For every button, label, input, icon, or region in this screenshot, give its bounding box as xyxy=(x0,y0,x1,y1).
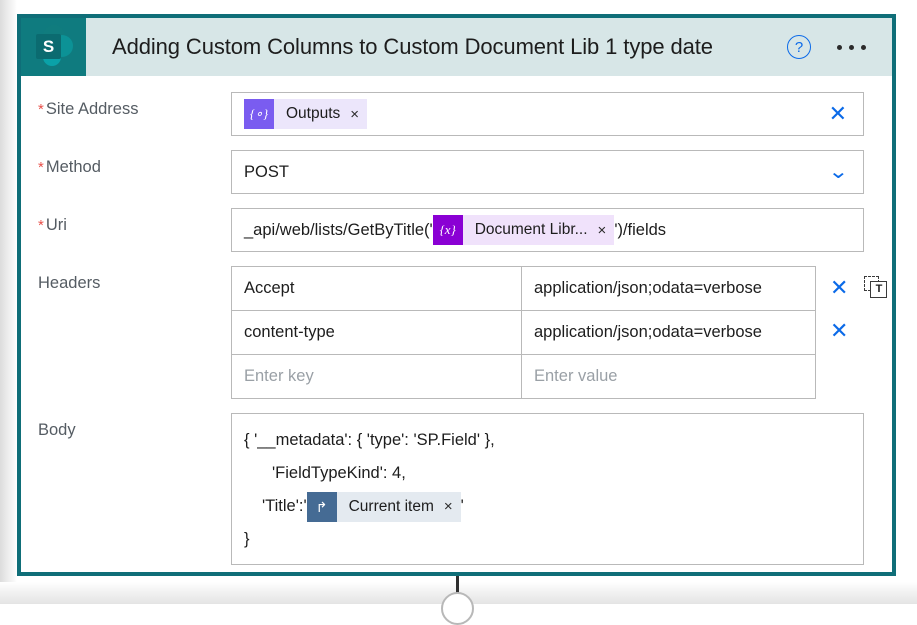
body-line-2: 'FieldTypeKind': 4, xyxy=(244,457,851,490)
uri-suffix-text: ')/fields xyxy=(614,220,667,239)
current-item-token-icon: ↱ xyxy=(306,491,337,522)
headers-label: Headers xyxy=(38,274,101,292)
token-chip-document-library[interactable]: {x} Document Libr... × xyxy=(432,215,615,245)
headers-row-actions: ✕ T ✕ xyxy=(816,266,888,352)
field-row-body: Body { '__metadata': { 'type': 'SP.Field… xyxy=(21,413,892,565)
token-chip-label: Current item xyxy=(348,497,434,515)
header-value-input[interactable]: Enter value xyxy=(522,355,815,398)
body-field-area: { '__metadata': { 'type': 'SP.Field' }, … xyxy=(231,413,892,565)
card-header: S Adding Custom Columns to Custom Docume… xyxy=(21,18,892,76)
token-remove-icon[interactable]: × xyxy=(444,499,453,514)
method-label: * Method xyxy=(21,150,231,177)
expression-token-icon: {∘} xyxy=(244,99,274,129)
uri-field-area: _api/web/lists/GetByTitle(' {x} Document… xyxy=(231,208,892,252)
required-asterisk: * xyxy=(38,217,44,234)
header-value-cell[interactable]: application/json;odata=verbose xyxy=(522,311,815,354)
header-key-cell[interactable]: Accept xyxy=(232,267,522,310)
headers-row-action-2: ✕ xyxy=(824,309,888,352)
body-line-2-text: 'FieldTypeKind': 4, xyxy=(272,464,406,483)
body-label: Body xyxy=(38,421,76,439)
body-line-4: } xyxy=(244,530,250,549)
site-address-label-text: Site Address xyxy=(45,100,139,118)
required-asterisk: * xyxy=(38,101,44,118)
body-line-3: 'Title':' ↱ Current item × ' xyxy=(244,490,851,523)
token-chip-current-item[interactable]: ↱ Current item × xyxy=(306,491,461,522)
switch-to-text-mode-icon[interactable]: T xyxy=(864,275,888,300)
field-row-site-address: * Site Address {∘} Outputs × ✕ xyxy=(21,92,892,136)
uri-input[interactable]: _api/web/lists/GetByTitle(' {x} Document… xyxy=(231,208,864,252)
token-chip-body: Document Libr... × xyxy=(462,215,615,245)
method-label-text: Method xyxy=(45,158,101,176)
site-address-label: * Site Address xyxy=(21,92,231,119)
body-input[interactable]: { '__metadata': { 'type': 'SP.Field' }, … xyxy=(231,413,864,565)
site-address-content: {∘} Outputs × xyxy=(244,99,823,129)
variable-token-icon: {x} xyxy=(432,215,463,245)
header-actions: ? xyxy=(787,35,892,59)
ellipsis-dot xyxy=(861,44,866,50)
token-chip-body: Current item × xyxy=(336,491,461,522)
clear-x-icon[interactable]: ✕ xyxy=(823,103,853,125)
table-row-empty: Enter key Enter value xyxy=(232,355,815,399)
method-value: POST xyxy=(244,162,289,181)
uri-label: * Uri xyxy=(21,208,231,235)
required-asterisk: * xyxy=(38,159,44,176)
more-ellipsis-icon[interactable] xyxy=(837,44,866,50)
clear-x-icon[interactable]: ✕ xyxy=(824,276,854,299)
token-chip-body: Outputs × xyxy=(274,99,368,129)
ellipsis-dot xyxy=(849,44,854,50)
table-row: Accept application/json;odata=verbose xyxy=(232,267,815,311)
help-circle-icon[interactable]: ? xyxy=(787,35,811,59)
headers-table: Accept application/json;odata=verbose co… xyxy=(231,266,816,399)
table-row: content-type application/json;odata=verb… xyxy=(232,311,815,355)
uri-prefix-text: _api/web/lists/GetByTitle(' xyxy=(244,220,433,239)
token-chip-label: Outputs xyxy=(286,105,341,122)
field-row-uri: * Uri _api/web/lists/GetByTitle(' {x} Doc… xyxy=(21,208,892,252)
token-remove-icon[interactable]: × xyxy=(350,106,359,123)
site-address-field-area: {∘} Outputs × ✕ xyxy=(231,92,892,136)
body-line-1: { '__metadata': { 'type': 'SP.Field' }, xyxy=(244,431,495,450)
card-body: * Site Address {∘} Outputs × ✕ * Method … xyxy=(21,76,892,565)
clear-x-icon[interactable]: ✕ xyxy=(824,319,854,342)
body-line-3-suffix: ' xyxy=(460,497,464,516)
token-chip-label: Document Libr... xyxy=(474,221,588,238)
header-key-cell[interactable]: content-type xyxy=(232,311,522,354)
flow-connector-node[interactable] xyxy=(441,592,474,625)
headers-row-action-1: ✕ T xyxy=(824,266,888,309)
ellipsis-dot xyxy=(837,44,842,50)
uri-label-text: Uri xyxy=(45,216,67,234)
page-left-gutter xyxy=(0,0,17,604)
header-key-input[interactable]: Enter key xyxy=(232,355,522,398)
headers-wrapper: Accept application/json;odata=verbose co… xyxy=(231,266,888,399)
page-title: Adding Custom Columns to Custom Document… xyxy=(112,34,713,59)
headers-field-area: Accept application/json;odata=verbose co… xyxy=(231,266,916,399)
text-mode-letter: T xyxy=(870,280,888,298)
body-line-3-prefix: 'Title':' xyxy=(262,497,307,516)
sharepoint-logo: S xyxy=(21,18,86,76)
token-chip-outputs[interactable]: {∘} Outputs × xyxy=(244,99,368,129)
site-address-input[interactable]: {∘} Outputs × ✕ xyxy=(231,92,864,136)
field-row-method: * Method POST ⌄ xyxy=(21,150,892,194)
method-dropdown[interactable]: POST ⌄ xyxy=(231,150,864,194)
chevron-down-icon[interactable]: ⌄ xyxy=(821,162,857,182)
field-row-headers: Headers Accept application/json;odata=ve… xyxy=(21,266,892,399)
logo-letter: S xyxy=(36,34,61,59)
method-field-area: POST ⌄ xyxy=(231,150,892,194)
uri-content: _api/web/lists/GetByTitle(' {x} Document… xyxy=(244,215,853,245)
sharepoint-action-card: S Adding Custom Columns to Custom Docume… xyxy=(17,14,896,576)
token-remove-icon[interactable]: × xyxy=(598,222,607,239)
header-value-cell[interactable]: application/json;odata=verbose xyxy=(522,267,815,310)
